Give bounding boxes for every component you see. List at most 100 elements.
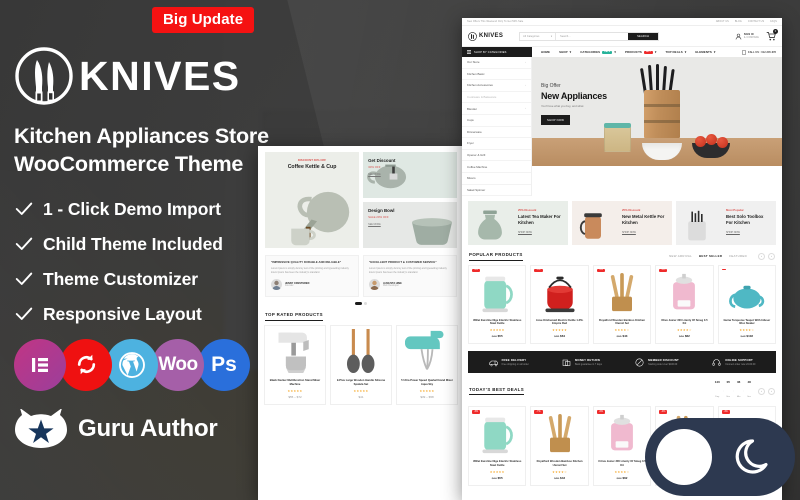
promo-banner[interactable]: 25% Discount New Metal Kettle For Kitche… [572,201,672,246]
nav-pill-sale: SALE [602,50,613,54]
product-card[interactable]: -6% Citrus Juicer 300 Litenty Of Smeg 0.… [592,406,652,486]
product-card[interactable]: -5% Willet Euroline Nige Electric Stainl… [468,406,527,486]
sidebar-item[interactable]: Cups [462,115,531,127]
cart-button[interactable]: 0 [766,29,778,41]
promo-banner-row: 25% Discount Latest Tea Maker For Kitche… [462,196,782,246]
sidebar-item[interactable]: Dinnerware [462,127,531,139]
chevron-down-icon: ▾ [550,34,553,38]
product-price: $70 $55 [472,476,522,480]
category-select[interactable]: All Categories ▾ [520,32,557,40]
product-name: Olive Juicer 300 Litenty Of Smeg 0.5 Kit [661,318,708,326]
promo-banner[interactable]: Most Popular Best Solo Toolbox For Kitch… [676,201,776,246]
site-logo[interactable]: KNIVES [468,31,504,41]
sidebar-item[interactable]: Kitchen Basic [462,69,531,81]
nav-item-shop[interactable]: SHOP ▾ [559,50,571,54]
deals-carousel-arrows[interactable]: ‹ › [758,387,775,395]
search-input[interactable]: Search... [556,33,628,40]
dark-mode-toggle[interactable] [645,418,795,496]
sidebar-item[interactable]: Blender › [462,103,531,115]
mid-card-tag: SALE 20% OFF [368,214,389,219]
product-thumbnail [597,270,647,315]
product-card[interactable]: -6% Olive Juicer 300 Litenty Of Smeg 0.5… [655,264,714,345]
old-price: $70 [491,475,497,480]
knives-logo-icon [468,31,477,41]
product-card[interactable]: -7% Royalford Wooden Bamboo Kitchen Uten… [530,406,589,486]
nav-item-home[interactable]: HOME [541,50,550,54]
promo-link[interactable]: SHOP NOW [622,231,666,234]
hero-shop-now-button[interactable]: SHOP NOW [541,115,571,125]
promo-link[interactable]: SHOP NOW [726,231,770,234]
sidebar-item[interactable]: Fryer [462,138,531,150]
sidebar-label: Mixers [467,176,476,181]
discount-badge [721,268,726,271]
sidebar-item[interactable]: Salad Spinner [462,185,531,197]
sidebar-item[interactable]: Our Store › [462,57,531,69]
promo-banner[interactable]: 25% Discount Latest Tea Maker For Kitche… [468,201,568,246]
sidebar-item[interactable]: Kitchen Accessories › [462,80,531,92]
nav-item-products[interactable]: PRODUCTS HOT ▾ [625,50,657,54]
top-link-about[interactable]: ABOUT US [716,20,729,23]
carousel-arrows[interactable]: ‹ › [758,252,775,260]
timer-minutes: 36 Min [737,380,741,402]
site-logo-text: KNIVES [479,33,504,39]
next-arrow-icon[interactable]: › [768,387,775,395]
nav-item-categories[interactable]: CATEGORIES SALE ▾ [580,50,616,54]
top-link-faqs[interactable]: FAQS [770,20,777,23]
top-link-blog[interactable]: BLOG [735,20,742,23]
product-card[interactable]: 5 Ultra Power Speed Quahell Hand Mixer A… [396,324,458,405]
product-rating: ★★★★★ [552,328,568,333]
account-link[interactable]: SIGN IN & COMPARE [735,33,759,40]
product-card[interactable]: 9-Plus Large Wooden Handle Silicone Spat… [330,324,392,405]
spatula-set-icon [346,328,375,373]
top-link-contact[interactable]: CONTACT US [748,20,764,23]
product-card[interactable]: Black Decker Multifunction Stand Mixer M… [264,324,326,405]
prev-arrow-icon[interactable]: ‹ [758,252,765,260]
product-card[interactable]: -5% Royalford Wooden Bamboo Kitchen Uten… [592,264,652,345]
sidebar-item[interactable]: Cookware & Bakeware [462,92,531,104]
toggle-knob[interactable] [656,429,712,485]
sidebar-label: Kitchen Basic [467,71,485,76]
product-price: $55 – $72 [288,394,302,399]
shop-by-categories-button[interactable]: SHOP BY CATEGORIES [462,47,532,57]
mid-promo-coffee[interactable]: DISCOUNT 30% OFF Coffee Kettle & Cup [265,152,360,248]
prev-arrow-icon[interactable]: ‹ [758,387,765,395]
mint-kettle-icon [482,276,514,312]
promo-link[interactable]: SHOP NOW [518,231,562,234]
mid-card-title: Get Discount [368,158,396,163]
call-us[interactable]: CALL US : 012-345-678 [741,47,776,57]
mockup-secondary-page[interactable]: DISCOUNT 30% OFF Coffee Kettle & Cup Get… [258,146,464,500]
tab-new-arrival[interactable]: NEW ARRIVAL [669,254,692,258]
sidebar-item[interactable]: Coffee Machine [462,161,531,173]
product-card[interactable]: Guina Turquoise Teapot With Infuser 36oz… [717,264,777,345]
top-rated-products: Black Decker Multifunction Stand Mixer M… [258,324,464,405]
discount-badge: -5% [472,268,481,273]
search-bar[interactable]: All Categories ▾ Search... SEARCH [519,31,660,41]
sidebar-label: Blender [467,106,477,111]
product-card[interactable]: -5% Willet Euroline Nige Electric Stainl… [468,264,527,345]
tab-featured[interactable]: FEATURED [729,254,747,258]
nav-item-top-deals[interactable]: TOP DEALS ▾ [665,50,686,54]
promo-title: Best Solo Toolbox For Kitchen [726,214,764,225]
feature-sub: Free shipping on all order [501,363,529,367]
sidebar-item[interactable]: Mixers [462,173,531,185]
product-card[interactable]: -8% Aove Kitchenaid Electric Kettle 1.25… [530,264,589,345]
hero-banner[interactable]: Big Offer New Appliances You'll love wha… [532,57,782,166]
nav-item-elements[interactable]: ELEMENTS ▾ [695,50,715,54]
product-name: Black Decker Multifunction Stand Mixer M… [269,378,321,386]
tea-maker-icon [478,210,502,240]
search-button[interactable]: SEARCH [628,32,659,40]
tab-best-seller[interactable]: BEST SELLER [699,254,722,258]
testimonial-quote: "EXCELLENT PRODUCT & CUSTOMER SERVICE" [369,261,437,264]
mid-card-get-discount[interactable]: Get Discount 30% OFF SEE MORE [363,152,457,198]
current-price: $64 [560,334,566,339]
mid-card-link[interactable]: SEE MORE [368,173,452,176]
mid-card-link[interactable]: SEE MORE [368,223,452,226]
testimonial-role: Web Developer [383,285,399,288]
sidebar-item[interactable]: Opener & Grill [462,150,531,162]
top-links[interactable]: ABOUT US BLOG CONTACT US FAQS [716,20,777,23]
current-price: $102 [746,334,754,339]
product-price: $88 $64 [534,334,584,338]
next-arrow-icon[interactable]: › [768,252,775,260]
mid-card-design-bowl[interactable]: Design Bowl SALE 20% OFF SEE MORE [363,202,457,248]
page-body: Our Store › Kitchen Basic Kitchen Accesso… [462,57,782,197]
